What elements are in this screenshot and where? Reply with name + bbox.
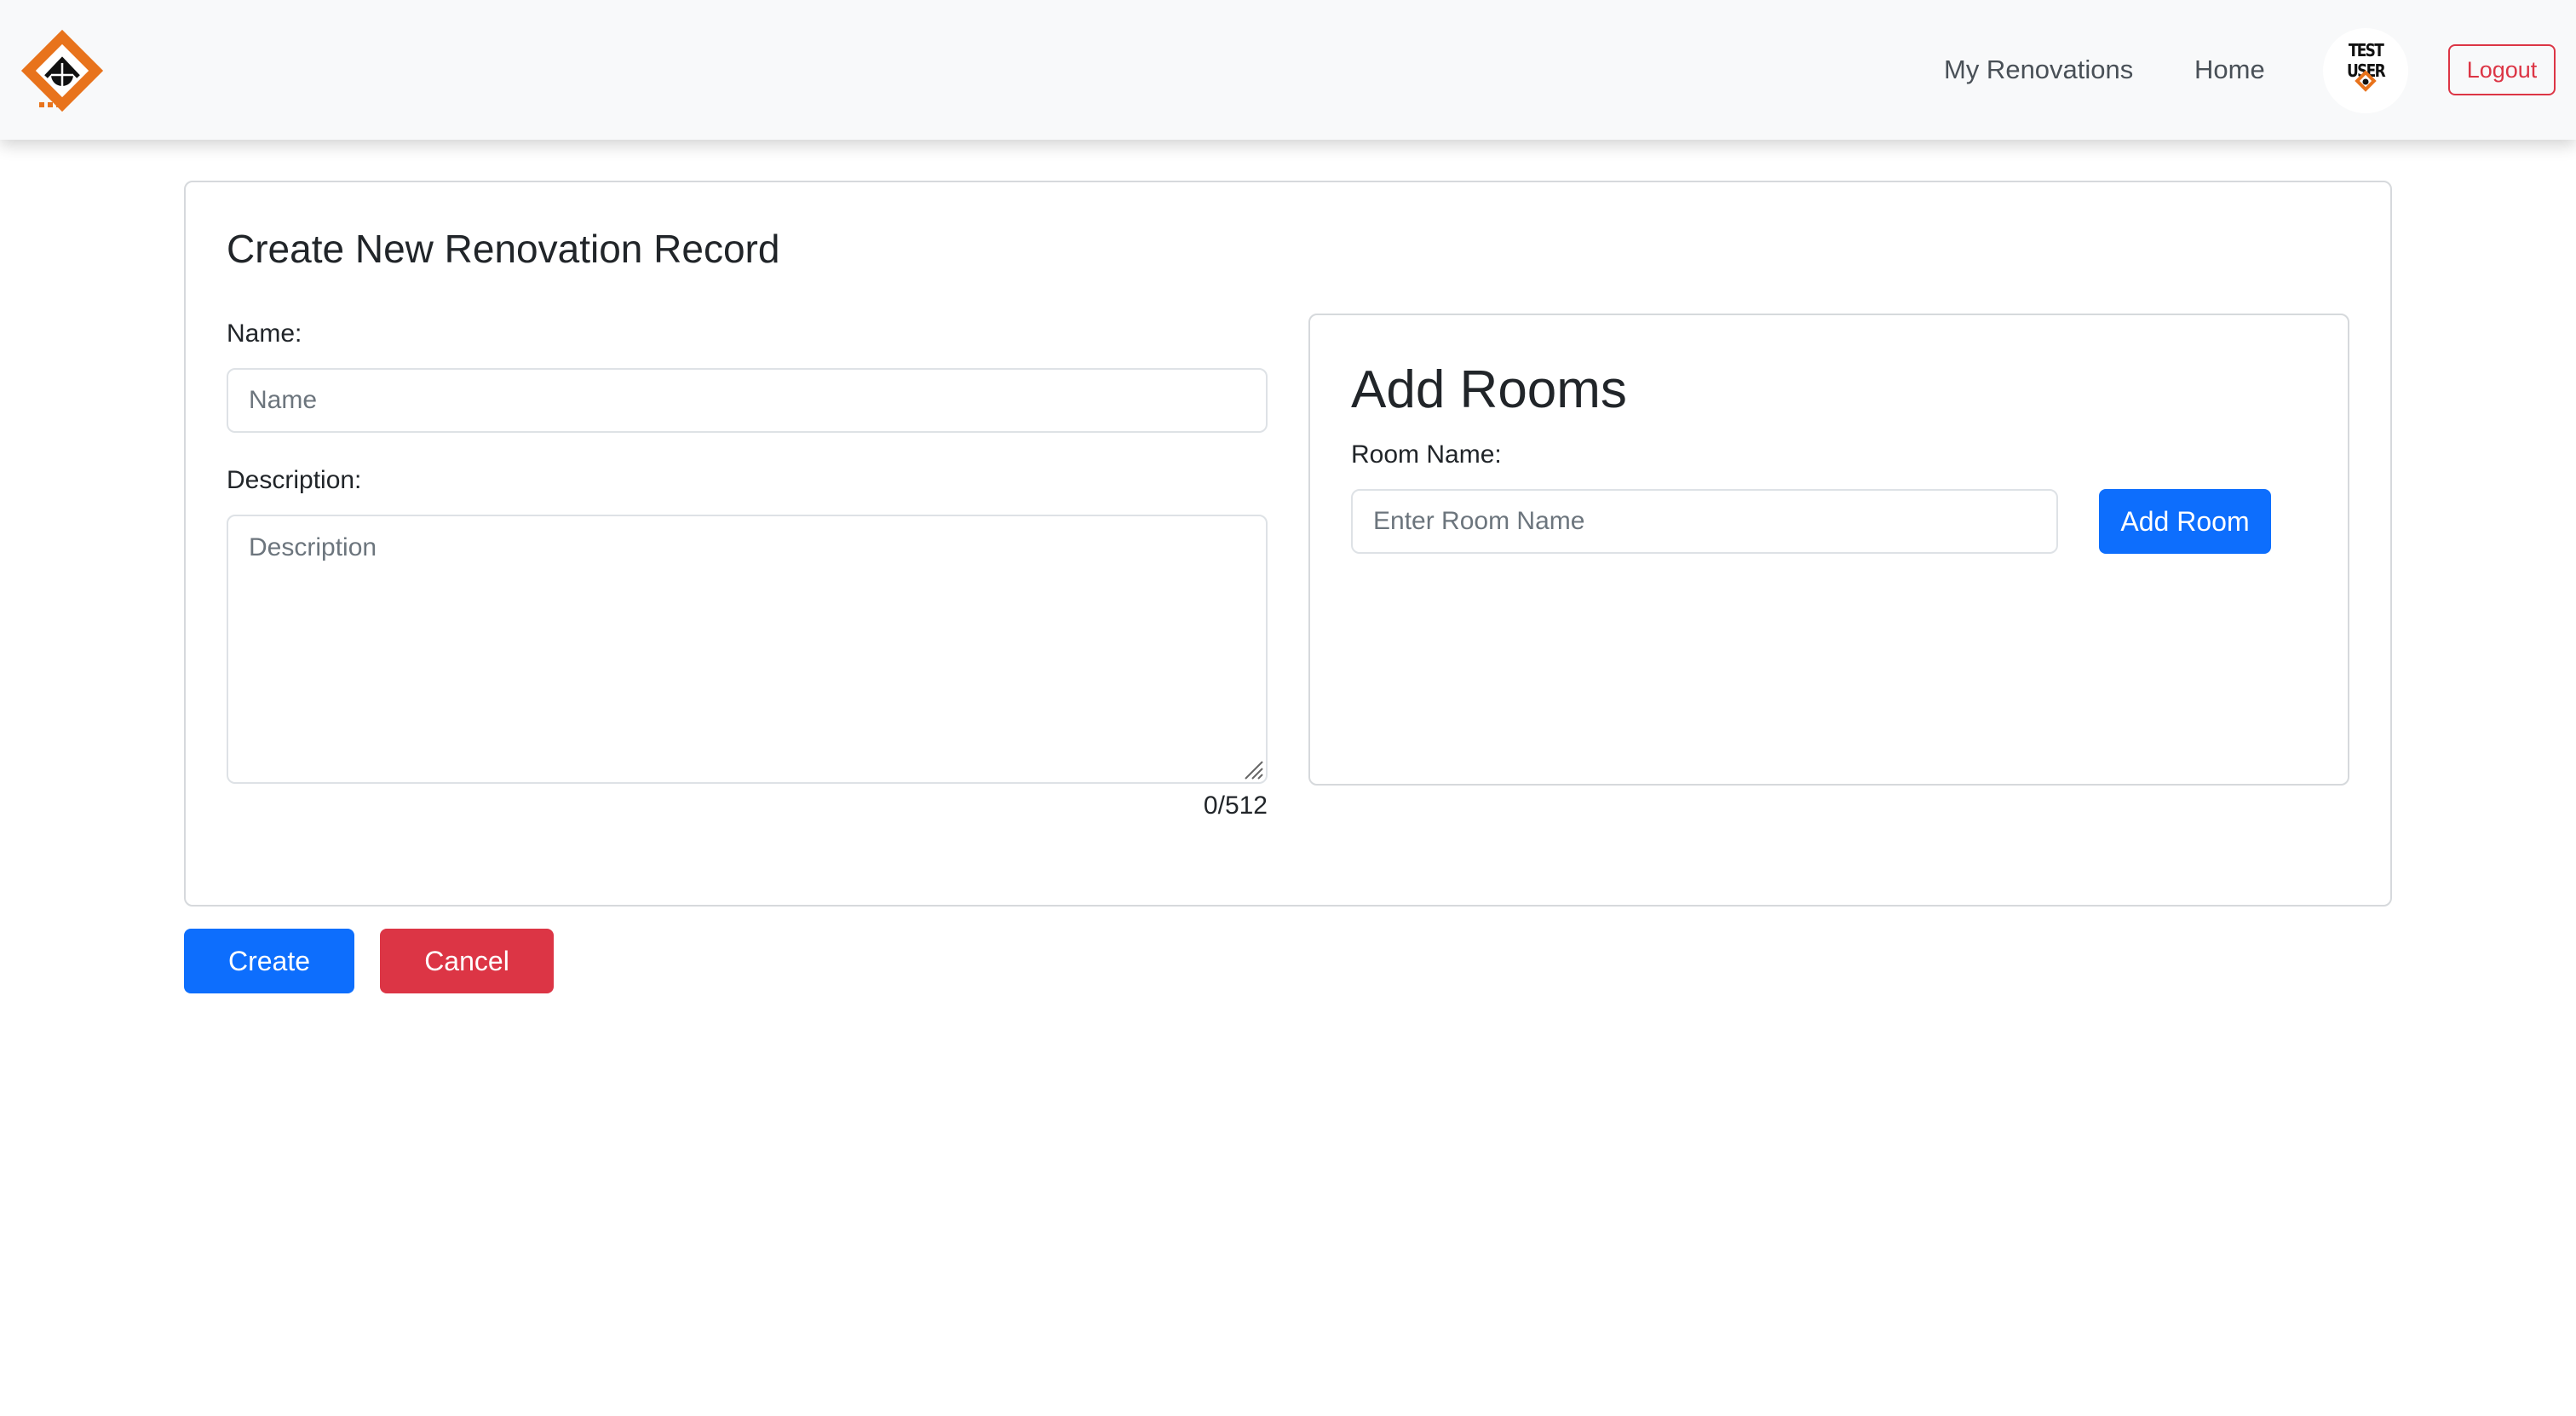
room-name-label: Room Name: [1351,440,1502,469]
user-avatar[interactable]: TEST USER [2323,28,2408,113]
top-navbar: My Renovations Home TEST USER Logout [0,0,2576,140]
name-input[interactable] [227,368,1268,433]
create-button[interactable]: Create [184,929,354,993]
nav-link-my-renovations[interactable]: My Renovations [1944,53,2133,87]
add-rooms-title: Add Rooms [1351,360,1627,419]
nav-link-home[interactable]: Home [2194,53,2265,87]
name-label: Name: [227,319,302,348]
add-room-button[interactable]: Add Room [2099,489,2271,554]
description-textarea[interactable] [227,515,1268,784]
diamond-logo-icon [2355,70,2377,92]
page-title: Create New Renovation Record [227,227,780,271]
description-label: Description: [227,466,362,494]
renovation-house-logo-icon[interactable] [17,26,107,116]
resize-handle-icon[interactable] [1242,758,1264,780]
description-char-count: 0/512 [1203,791,1268,820]
room-name-input[interactable] [1351,489,2058,554]
cancel-button[interactable]: Cancel [380,929,554,993]
logout-button[interactable]: Logout [2448,44,2556,95]
